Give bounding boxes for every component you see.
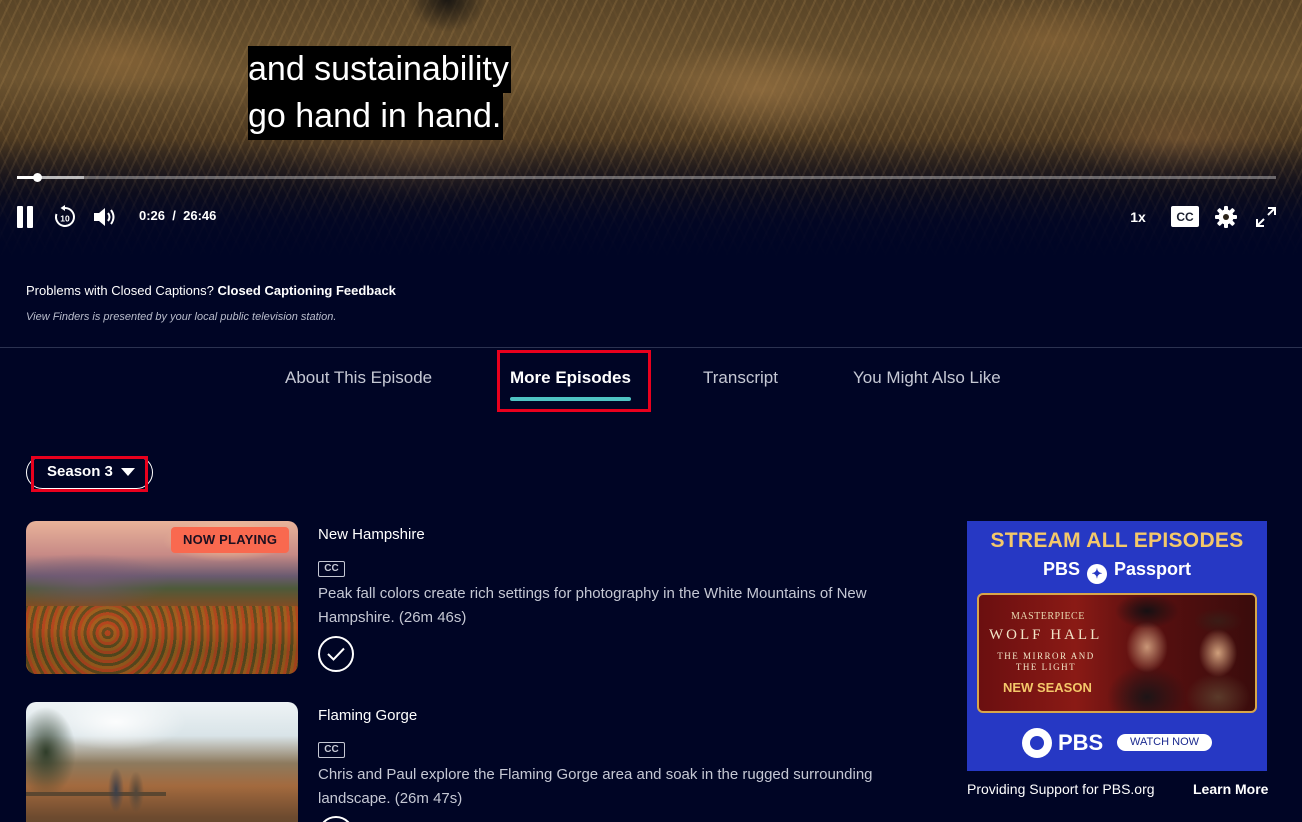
- video-frame-figure: [400, 0, 495, 50]
- ad-portrait-2: [1184, 607, 1254, 711]
- volume-button[interactable]: [91, 204, 119, 230]
- pause-icon: [17, 206, 23, 228]
- episode-thumbnail-flaming-gorge[interactable]: [26, 702, 298, 822]
- playback-speed-button[interactable]: 1x: [1126, 206, 1150, 228]
- progress-bar[interactable]: [17, 173, 1276, 182]
- watch-now-button[interactable]: WATCH NOW: [1117, 734, 1212, 751]
- passport-ad[interactable]: STREAM ALL EPISODES PBS ✦ Passport MASTE…: [967, 521, 1267, 771]
- now-playing-badge: NOW PLAYING: [171, 527, 290, 553]
- watched-check-button[interactable]: [318, 816, 354, 822]
- volume-icon: [94, 208, 115, 226]
- thumbnail-people: [102, 760, 152, 820]
- learn-more-link[interactable]: Learn More: [1193, 781, 1268, 797]
- video-player[interactable]: and sustainability go hand in hand. 10 0…: [0, 0, 1302, 258]
- ad-artwork: MASTERPIECE WOLF HALL THE MIRROR AND THE…: [977, 593, 1257, 713]
- replay-10-icon: 10: [55, 205, 75, 227]
- ad-brand-passport: Passport: [1114, 559, 1192, 579]
- gear-icon: [1215, 206, 1237, 228]
- settings-button[interactable]: [1213, 204, 1239, 230]
- presented-by-note: View Finders is presented by your local …: [26, 311, 337, 323]
- replay-10-label: 10: [60, 214, 70, 224]
- cc-question: Problems with Closed Captions?: [26, 283, 214, 298]
- episode-description: Chris and Paul explore the Flaming Gorge…: [318, 766, 873, 807]
- controls-gradient: [0, 138, 1302, 258]
- compass-icon: ✦: [1086, 564, 1107, 584]
- ad-headline: STREAM ALL EPISODES: [990, 529, 1244, 552]
- time-separator: /: [172, 208, 176, 223]
- total-duration: 26:46: [183, 208, 217, 223]
- closed-captions-button[interactable]: CC: [1171, 206, 1199, 227]
- episode-title[interactable]: New Hampshire: [318, 526, 425, 543]
- current-time: 0:26: [139, 208, 166, 223]
- sponsor-text: Providing Support for PBS.org: [967, 781, 1155, 797]
- tab-you-might-also-like[interactable]: You Might Also Like: [853, 368, 1001, 388]
- ad-passport-brand: PBS ✦ Passport: [967, 559, 1267, 584]
- ad-portrait-1: [1107, 597, 1187, 711]
- closed-caption-text: and sustainability go hand in hand.: [248, 46, 511, 140]
- tab-transcript[interactable]: Transcript: [703, 368, 778, 388]
- highlight-box-tab: [497, 350, 651, 412]
- pbs-logo-text: PBS: [1058, 730, 1104, 755]
- check-icon: [327, 647, 345, 661]
- episode-description: Peak fall colors create rich settings fo…: [318, 585, 867, 626]
- pause-button[interactable]: [14, 204, 36, 230]
- ad-show-subtitle: THE MIRROR AND THE LIGHT: [997, 651, 1095, 672]
- cc-feedback-link[interactable]: Closed Captioning Feedback: [218, 283, 396, 298]
- caption-line-2: go hand in hand.: [248, 93, 504, 140]
- cc-feedback-line: Problems with Closed Captions? Closed Ca…: [26, 283, 396, 298]
- section-divider: [0, 347, 1302, 348]
- time-display: 0:26 / 26:46: [139, 208, 216, 223]
- episode-title[interactable]: Flaming Gorge: [318, 707, 417, 724]
- fullscreen-button[interactable]: [1254, 204, 1278, 230]
- caption-line-1: and sustainability: [248, 46, 511, 93]
- ad-show-title: WOLF HALL: [989, 627, 1103, 643]
- thumbnail-tree: [26, 702, 86, 822]
- ad-masterpiece-logo: MASTERPIECE: [1011, 611, 1085, 622]
- pause-icon-bar: [27, 206, 33, 228]
- pbs-head-icon: [1022, 728, 1052, 758]
- tab-about-this-episode[interactable]: About This Episode: [285, 368, 432, 388]
- watched-check-button[interactable]: [318, 636, 354, 672]
- ad-brand-pbs: PBS: [1042, 559, 1080, 579]
- replay-10-button[interactable]: 10: [52, 204, 78, 230]
- highlight-box-season: [31, 456, 148, 492]
- cc-badge: CC: [318, 742, 345, 758]
- cc-badge: CC: [318, 561, 345, 577]
- ad-new-season: NEW SEASON: [1003, 680, 1092, 695]
- fullscreen-icon: [1256, 207, 1276, 227]
- pbs-logo: PBS: [1022, 728, 1103, 758]
